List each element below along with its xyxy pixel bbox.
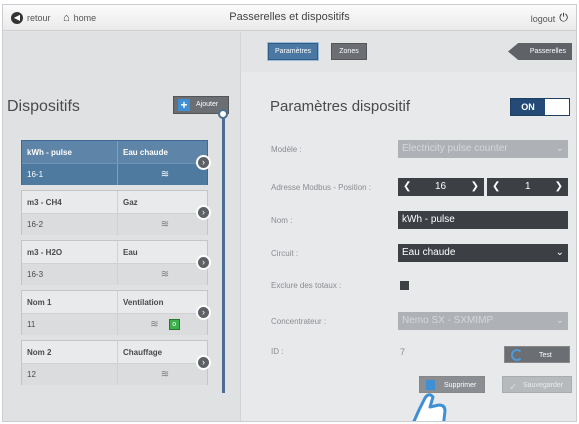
id-value: 7 bbox=[400, 347, 406, 357]
on-off-toggle[interactable]: ON bbox=[510, 98, 570, 116]
chevron-right-icon[interactable]: ❯ bbox=[471, 178, 479, 196]
add-device-label: Ajouter bbox=[196, 101, 219, 108]
circuit-value: Eau chaude bbox=[402, 247, 456, 258]
passerelles-button[interactable]: Passerelles bbox=[508, 43, 572, 60]
device-address: 12 bbox=[27, 370, 36, 379]
model-label: Modèle : bbox=[271, 145, 302, 154]
page-title: Passerelles et dispositifs bbox=[229, 11, 350, 23]
wifi-icon: ≋ bbox=[160, 369, 170, 380]
device-card[interactable]: m3 - CH4 Gaz 16-2 ≋ bbox=[21, 190, 208, 235]
model-select[interactable]: Electricity pulse counter ⌄ bbox=[398, 140, 568, 158]
scrollbar-handle[interactable] bbox=[218, 109, 228, 119]
plus-icon: + bbox=[178, 99, 190, 111]
toggle-on-label: ON bbox=[511, 99, 545, 115]
test-button[interactable]: Test bbox=[504, 346, 570, 363]
device-card[interactable]: kWh - pulse Eau chaude 16-1 ≋ bbox=[21, 140, 208, 185]
concentrator-select[interactable]: Nemo SX - SXMIMP ⌄ bbox=[398, 312, 568, 330]
device-name: Eau chaude bbox=[117, 141, 207, 163]
wifi-icon: ≋ bbox=[160, 169, 170, 180]
exclude-checkbox[interactable] bbox=[400, 281, 409, 290]
save-label: Sauvegarder bbox=[523, 382, 564, 389]
device-type: Nom 1 bbox=[27, 297, 52, 307]
modbus-label: Adresse Modbus - Position : bbox=[271, 183, 372, 192]
wifi-icon: ≋ bbox=[160, 219, 170, 230]
wifi-icon: ≋ bbox=[150, 319, 159, 330]
device-name: Eau bbox=[117, 241, 207, 263]
device-card[interactable]: m3 - H2O Eau 16-3 ≋ bbox=[21, 240, 208, 285]
test-label: Test bbox=[539, 352, 552, 359]
logout-label: logout bbox=[530, 13, 556, 24]
top-bar: ◀ retour ⌂ home Passerelles et dispositi… bbox=[3, 5, 576, 31]
exclude-label: Exclure des totaux : bbox=[271, 281, 342, 290]
device-address: 16-3 bbox=[27, 270, 44, 279]
model-value: Electricity pulse counter bbox=[402, 143, 508, 154]
toggle-knob bbox=[545, 99, 569, 115]
power-icon: ⏻ bbox=[559, 12, 568, 24]
circuit-label: Circuit : bbox=[271, 249, 299, 258]
modbus-address-stepper[interactable]: ❮ 16 ❯ bbox=[398, 178, 484, 196]
wifi-icon: ≋ bbox=[160, 269, 170, 280]
device-address: 16-2 bbox=[27, 220, 44, 229]
modbus-position-stepper[interactable]: ❮ 1 ❯ bbox=[487, 178, 568, 196]
device-type: Nom 2 bbox=[27, 347, 52, 357]
chevron-down-icon: ⌄ bbox=[555, 315, 564, 326]
tab-bar: Paramètres Zones Passerelles bbox=[241, 32, 576, 72]
device-type: m3 - CH4 bbox=[27, 197, 62, 207]
chevron-right-icon[interactable]: › bbox=[196, 305, 211, 320]
device-card[interactable]: Nom 2 Chauffage 12 ≋ bbox=[21, 340, 208, 385]
chevron-right-icon[interactable]: ❯ bbox=[555, 178, 563, 196]
status-active-icon: o bbox=[168, 319, 180, 330]
modbus-position-value: 1 bbox=[525, 181, 531, 192]
id-label: ID : bbox=[271, 347, 284, 356]
chevron-left-icon[interactable]: ❮ bbox=[403, 178, 411, 196]
modbus-address-value: 16 bbox=[435, 181, 447, 192]
params-title: Paramètres dispositif bbox=[270, 98, 411, 115]
chevron-right-icon[interactable]: › bbox=[196, 155, 211, 170]
refresh-icon bbox=[511, 349, 523, 361]
devices-panel: Dispositifs + Ajouter kWh - pulse Eau cha… bbox=[3, 32, 240, 421]
scrollbar-track[interactable] bbox=[222, 113, 225, 393]
device-type: kWh - pulse bbox=[27, 147, 72, 157]
device-address: 11 bbox=[27, 320, 36, 329]
device-name: Chauffage bbox=[117, 341, 207, 363]
device-card[interactable]: Nom 1 Ventilation 11 ≋ o bbox=[21, 290, 208, 335]
device-type: m3 - H2O bbox=[27, 247, 63, 257]
chevron-down-icon: ⌄ bbox=[555, 143, 564, 154]
chevron-left-icon[interactable]: ❮ bbox=[492, 178, 500, 196]
device-name: Ventilation bbox=[117, 291, 207, 313]
app-window: ◀ retour ⌂ home Passerelles et dispositi… bbox=[2, 4, 577, 422]
circuit-select[interactable]: Eau chaude ⌄ bbox=[398, 244, 568, 262]
device-address: 16-1 bbox=[27, 170, 44, 179]
chevron-down-icon: ⌄ bbox=[555, 247, 564, 258]
tab-parametres[interactable]: Paramètres bbox=[268, 43, 319, 60]
name-input[interactable]: kWh - pulse bbox=[398, 211, 568, 229]
chevron-right-icon[interactable]: › bbox=[196, 255, 211, 270]
devices-title: Dispositifs bbox=[7, 98, 80, 115]
chevron-right-icon[interactable]: › bbox=[196, 355, 211, 370]
device-name: Gaz bbox=[117, 191, 207, 213]
check-icon: ✓ bbox=[509, 382, 518, 393]
concentrator-label: Concentrateur : bbox=[271, 317, 327, 326]
name-label: Nom : bbox=[271, 216, 293, 225]
concentrator-value: Nemo SX - SXMIMP bbox=[402, 315, 494, 326]
tab-zones[interactable]: Zones bbox=[331, 43, 367, 60]
logout-link[interactable]: logout ⏻ bbox=[531, 12, 568, 25]
save-button[interactable]: ✓ Sauvegarder bbox=[502, 376, 572, 393]
params-panel: Paramètres Zones Passerelles Paramètres … bbox=[240, 32, 576, 421]
chevron-right-icon[interactable]: › bbox=[196, 205, 211, 220]
pointer-hand-icon bbox=[412, 393, 447, 421]
